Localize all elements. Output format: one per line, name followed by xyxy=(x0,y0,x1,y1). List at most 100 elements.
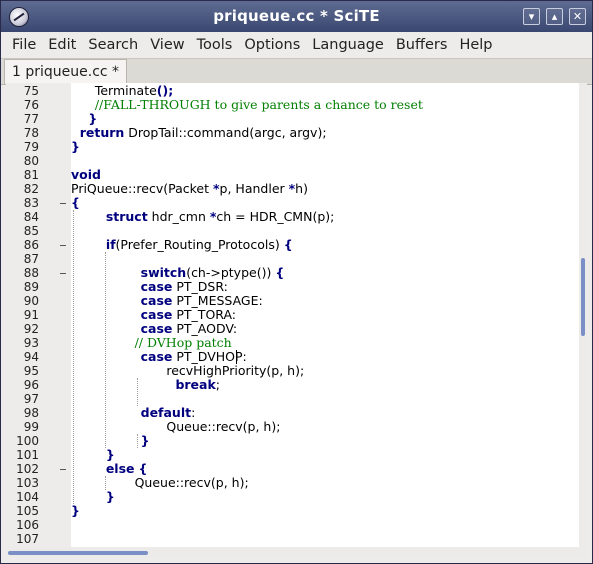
indent-guide xyxy=(137,434,138,448)
menu-language[interactable]: Language xyxy=(306,37,390,53)
code-comment: //FALL-THROUGH to give parents a chance … xyxy=(71,97,423,112)
minimize-button[interactable]: ▾ xyxy=(523,8,540,25)
code-line[interactable]: } xyxy=(71,448,115,462)
code-line[interactable]: } xyxy=(71,140,80,154)
line-number: 95 xyxy=(23,364,39,378)
code-text: Queue::recv(p, h); xyxy=(71,475,249,490)
code-line[interactable]: break; xyxy=(71,378,220,392)
code-keyword: void xyxy=(71,167,101,182)
menu-view[interactable]: View xyxy=(144,37,190,53)
code-keyword: default xyxy=(71,405,192,420)
code-line[interactable]: } xyxy=(71,490,115,504)
horizontal-scrollbar[interactable] xyxy=(6,548,587,558)
editor-pane[interactable]: 75 76 77 78 79 80 81 82 83 84 85 86 87 88 89 90 91 92 93 94… xyxy=(6,83,587,547)
line-number: 97 xyxy=(23,392,39,406)
line-number: 82 xyxy=(23,182,39,196)
line-number: 84 xyxy=(23,210,39,224)
code-keyword: } xyxy=(71,111,98,126)
code-keyword: struct xyxy=(71,209,148,224)
code-line[interactable]: case PT_MESSAGE: xyxy=(71,294,263,308)
code-keyword: { xyxy=(283,237,293,252)
code-line[interactable]: void xyxy=(71,168,101,182)
code-text: PT_MESSAGE: xyxy=(172,293,263,308)
code-keyword: return xyxy=(71,125,125,140)
tab-priqueue[interactable]: 1 priqueue.cc * xyxy=(4,59,128,84)
close-button[interactable]: ✕ xyxy=(569,8,586,25)
menu-file[interactable]: File xyxy=(1,37,42,53)
code-line[interactable]: PriQueue::recv(Packet *p, Handler *h) xyxy=(71,182,308,196)
code-text: h) xyxy=(295,181,308,196)
code-line[interactable]: if(Prefer_Routing_Protocols) { xyxy=(71,238,293,252)
code-line[interactable]: case PT_DSR: xyxy=(71,280,228,294)
window-title: priqueue.cc * SciTE xyxy=(213,7,380,25)
title-bar[interactable]: priqueue.cc * SciTE ▾ ▴ ✕ xyxy=(1,1,592,32)
indent-guide xyxy=(105,252,106,448)
line-number: 78 xyxy=(23,126,39,140)
menu-search[interactable]: Search xyxy=(82,37,144,53)
code-line[interactable]: case PT_DVHOP: xyxy=(71,350,247,364)
tab-bar: 1 priqueue.cc * xyxy=(1,58,592,85)
line-number: 99 xyxy=(23,420,39,434)
menu-edit[interactable]: Edit xyxy=(42,37,82,53)
code-line[interactable]: switch(ch->ptype()) { xyxy=(71,265,285,280)
menu-options[interactable]: Options xyxy=(238,37,306,53)
code-line[interactable]: case PT_TORA: xyxy=(71,308,236,322)
code-line[interactable]: Queue::recv(p, h); xyxy=(71,476,249,490)
code-text: : xyxy=(191,405,196,420)
code-line[interactable]: { xyxy=(71,196,80,210)
vertical-scroll-thumb[interactable] xyxy=(581,258,585,336)
fold-minus-icon[interactable] xyxy=(60,273,66,274)
code-keyword: } xyxy=(71,503,80,518)
line-number: 90 xyxy=(23,294,39,308)
code-line[interactable]: } xyxy=(71,504,80,518)
fold-margin[interactable] xyxy=(54,83,71,547)
menu-buffers[interactable]: Buffers xyxy=(390,37,454,53)
line-number: 96 xyxy=(23,378,39,392)
code-line[interactable]: case PT_AODV: xyxy=(71,322,238,336)
line-number: 105 xyxy=(16,504,39,518)
menu-tools[interactable]: Tools xyxy=(191,37,239,53)
code-line[interactable]: return DropTail::command(argc, argv); xyxy=(71,126,327,140)
code-text: (ch->ptype()) xyxy=(186,265,276,280)
line-number: 92 xyxy=(23,322,39,336)
horizontal-scroll-thumb[interactable] xyxy=(8,551,148,555)
line-number: 93 xyxy=(23,336,39,350)
code-line[interactable]: else { xyxy=(71,462,148,476)
code-keyword: } xyxy=(71,489,115,504)
code-line[interactable]: //FALL-THROUGH to give parents a chance … xyxy=(71,98,423,112)
menu-help[interactable]: Help xyxy=(453,37,498,53)
line-number: 80 xyxy=(23,154,39,168)
line-number: 77 xyxy=(23,112,39,126)
line-number: 79 xyxy=(23,140,39,154)
line-number: 89 xyxy=(23,280,39,294)
code-line[interactable]: Queue::recv(p, h); xyxy=(71,420,280,434)
code-keyword: case xyxy=(71,349,173,364)
fold-minus-icon[interactable] xyxy=(60,245,66,246)
code-text: hdr_cmn xyxy=(147,209,210,224)
fold-minus-icon[interactable] xyxy=(60,203,66,204)
code-text: ch = HDR_CMN(p); xyxy=(216,209,335,224)
text-caret xyxy=(236,350,237,364)
code-keyword: case xyxy=(71,307,173,322)
vertical-scrollbar[interactable] xyxy=(579,83,587,547)
fold-minus-icon[interactable] xyxy=(60,469,66,470)
code-line[interactable]: default: xyxy=(71,405,196,420)
code-text: Terminate xyxy=(71,83,157,98)
line-number: 100 xyxy=(16,434,39,448)
code-text: DropTail::command(argc, argv); xyxy=(124,125,327,140)
code-area[interactable]: Terminate(); //FALL-THROUGH to give pare… xyxy=(71,83,579,547)
code-keyword: (); xyxy=(156,83,174,98)
code-line[interactable]: // DVHop patch xyxy=(71,336,232,350)
line-number: 104 xyxy=(16,490,39,504)
line-number-gutter: 75 76 77 78 79 80 81 82 83 84 85 86 87 88 89 90 91 92 93 94… xyxy=(6,83,54,547)
code-line[interactable]: Terminate(); xyxy=(71,84,173,98)
indent-guide xyxy=(105,476,106,490)
code-keyword: } xyxy=(71,447,115,462)
code-comment: // DVHop patch xyxy=(71,335,232,350)
code-line[interactable]: struct hdr_cmn *ch = HDR_CMN(p); xyxy=(71,209,335,224)
line-number: 106 xyxy=(16,518,39,532)
code-line[interactable]: } xyxy=(71,112,97,126)
code-keyword: } xyxy=(71,139,80,154)
line-number: 81 xyxy=(23,168,39,182)
maximize-button[interactable]: ▴ xyxy=(546,8,563,25)
